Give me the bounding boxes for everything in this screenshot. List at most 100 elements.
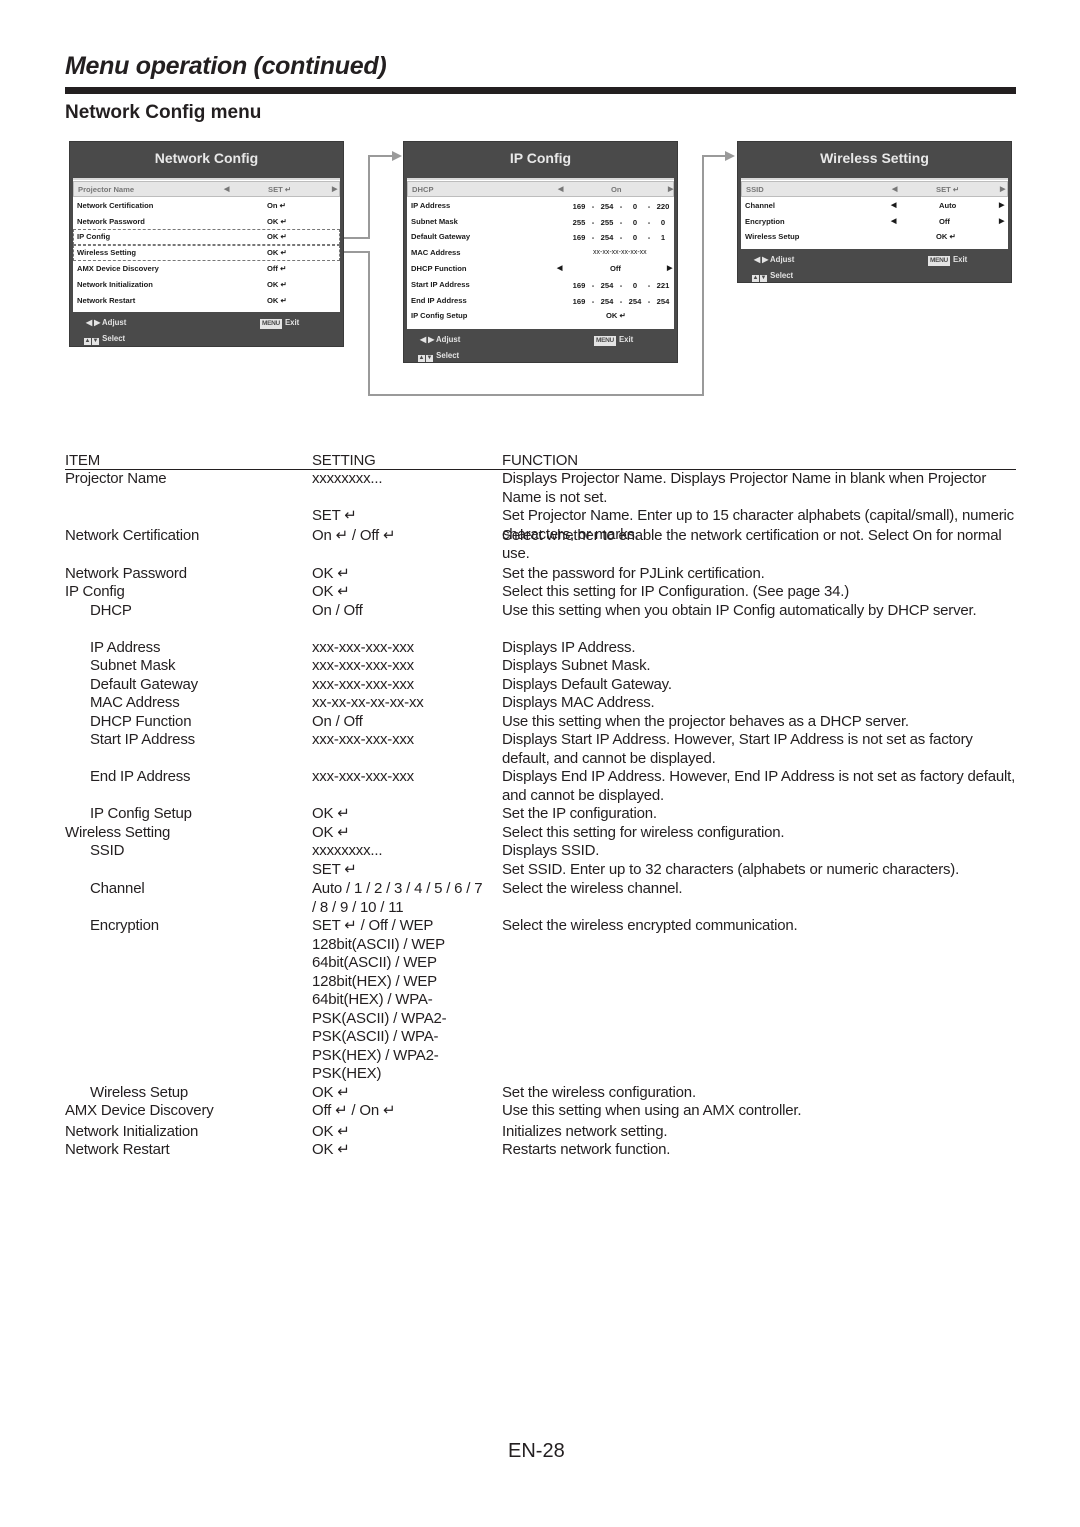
settings-table: ITEM SETTING FUNCTION Projector Name xxxx… <box>65 452 1016 1160</box>
octet: 0 <box>660 217 666 227</box>
right-arrow-icon[interactable]: ▶ <box>668 182 673 198</box>
function-cell: Set SSID. Enter up to 32 characters (alp… <box>502 860 960 878</box>
menu-item[interactable]: Network Certification On ↵ <box>73 198 340 214</box>
menu-item-value: On ↵ <box>267 200 287 210</box>
menu-item[interactable]: Projector Name SET ↵ ◀ ▶ <box>73 181 340 197</box>
right-arrow-icon[interactable]: ▶ <box>332 182 337 198</box>
arrow-right-icon <box>725 151 735 161</box>
left-arrow-icon[interactable]: ◀ <box>892 182 897 198</box>
octet: 254 <box>600 296 614 306</box>
menu-item-value: Off <box>610 263 621 273</box>
menu-item-value: Auto <box>939 200 957 210</box>
item-cell: AMX Device Discovery <box>65 1102 214 1119</box>
item-cell: SSID <box>90 842 125 859</box>
item-cell: Channel <box>90 880 145 897</box>
left-arrow-icon[interactable]: ◀ <box>891 214 896 230</box>
setting-cell: On ↵ / Off ↵ <box>312 526 396 544</box>
adjust-hint: ◀ ▶ Adjust <box>86 318 127 327</box>
menu-item[interactable]: AMX Device Discovery Off ↵ <box>73 261 340 277</box>
menu-item[interactable]: Network Initialization OK ↵ <box>73 277 340 293</box>
menu-item-label: AMX Device Discovery <box>77 263 159 273</box>
menu-item-label: IP Address <box>411 200 451 210</box>
setting-cell: OK ↵ <box>312 1083 350 1101</box>
menu-item[interactable]: Network Password OK ↵ <box>73 214 340 230</box>
left-arrow-icon[interactable]: ◀ <box>891 198 896 214</box>
connector-wireless <box>344 251 369 253</box>
menu-item-value: Off <box>939 216 950 226</box>
item-cell: Network Restart <box>65 1141 170 1158</box>
octet-separator: - <box>591 280 595 290</box>
table-row: Start IP Address xxx-xxx-xxx-xxx Displays … <box>65 731 1016 768</box>
left-arrow-icon[interactable]: ◀ <box>557 261 562 277</box>
item-cell: Wireless Setup <box>90 1083 189 1101</box>
menu-item[interactable]: Subnet Mask 255 - 255 - 0 - 0 <box>407 214 674 230</box>
menu-item[interactable]: Network Restart OK ↵ <box>73 293 340 309</box>
menu-item[interactable]: Wireless Setup OK ↵ <box>741 229 1008 245</box>
octet-separator: - <box>619 296 623 306</box>
ip-config-menu: IP Config DHCP On ◀ ▶ IP Address 169 - 254 - … <box>403 141 678 363</box>
menu-item[interactable]: Channel Auto ◀ ▶ <box>741 198 1008 214</box>
right-arrow-icon[interactable]: ▶ <box>1000 182 1005 198</box>
item-cell: IP Config Setup <box>90 805 192 822</box>
table-row: IP Address xxx-xxx-xxx-xxx Displays IP Add… <box>65 639 1016 658</box>
left-arrow-icon[interactable]: ◀ <box>558 182 563 198</box>
table-row: DHCP On / Off Use this setting when you ob… <box>65 602 1016 639</box>
menu-item[interactable]: End IP Address 169 - 254 - 254 - 254 <box>407 293 674 309</box>
menu-item[interactable]: IP Address 169 - 254 - 0 - 220 <box>407 198 674 214</box>
octet-separator: - <box>619 233 623 243</box>
menu-item[interactable]: DHCP On ◀ ▶ <box>407 181 674 197</box>
menu-item[interactable]: MAC Address xx-xx-xx-xx-xx-xx <box>407 245 674 261</box>
left-arrow-icon[interactable]: ◀ <box>224 182 229 198</box>
menu-footer: ◀ ▶ Adjust ▲ ▼ Select MENU Exit <box>738 249 1011 282</box>
menu-body: Projector Name SET ↵ ◀ ▶ Network Certificati… <box>73 174 340 312</box>
table-row: Network Password OK ↵ Set the password for… <box>65 565 1016 584</box>
table-row: Network Restart OK ↵ Restarts network func… <box>65 1141 1016 1160</box>
table-row: DHCP Function On / Off Use this setting wh… <box>65 713 1016 732</box>
menu-item[interactable]: SSID SET ↵ ◀ ▶ <box>741 181 1008 197</box>
connector-wireless <box>702 155 704 396</box>
right-arrow-icon[interactable]: ▶ <box>999 214 1004 230</box>
setting-cell: On / Off <box>312 601 363 619</box>
table-row: End IP Address xxx-xxx-xxx-xxx Displays En… <box>65 768 1016 805</box>
item-cell: Wireless Setting <box>65 823 171 841</box>
menu-item-label: MAC Address <box>411 248 461 258</box>
table-row: Network Initialization OK ↵ Initializes ne… <box>65 1123 1016 1142</box>
function-cell: Use this setting when the projector beha… <box>502 712 909 730</box>
menu-item-label: SSID <box>746 185 764 194</box>
ip-octets: 169 - 254 - 0 - 220 <box>570 199 672 215</box>
octet-separator: - <box>591 296 595 306</box>
setting-cell: On / Off <box>312 712 363 730</box>
menu-item[interactable]: Default Gateway 169 - 254 - 0 - 1 <box>407 229 674 245</box>
octet-separator: - <box>647 201 651 211</box>
title-rule <box>65 87 1016 94</box>
menu-item-value: OK ↵ <box>267 279 287 289</box>
up-icon: ▲ <box>752 275 759 282</box>
menu-item[interactable]: Encryption Off ◀ ▶ <box>741 214 1008 230</box>
table-row: Wireless Setting OK ↵ Select this setting … <box>65 824 1016 843</box>
function-cell: Initializes network setting. <box>502 1122 668 1140</box>
table-row: SSID xxxxxxxx... Displays SSID. <box>65 842 1016 861</box>
menu-item[interactable]: Wireless Setting OK ↵ <box>73 245 340 261</box>
down-icon: ▼ <box>760 275 767 282</box>
item-cell: IP Address <box>90 638 161 656</box>
menu-item-label: Default Gateway <box>411 232 471 242</box>
octet: 255 <box>572 217 586 227</box>
octet: 220 <box>656 201 670 211</box>
exit-hint[interactable]: MENU Exit <box>594 335 633 346</box>
menu-item[interactable]: IP Config Setup OK ↵ <box>407 308 674 324</box>
menu-item[interactable]: Start IP Address 169 - 254 - 0 - 221 <box>407 277 674 293</box>
menu-item[interactable]: IP Config OK ↵ <box>73 229 340 246</box>
table-body: Projector Name xxxxxxxx... Displays Projec… <box>65 470 1016 1160</box>
exit-hint[interactable]: MENU Exit <box>928 255 967 266</box>
page-title: Menu operation (continued) <box>65 52 387 80</box>
menu-item[interactable]: DHCP Function Off ◀ ▶ <box>407 261 674 277</box>
exit-hint[interactable]: MENU Exit <box>260 318 299 329</box>
right-arrow-icon[interactable]: ▶ <box>667 261 672 277</box>
octet-separator: - <box>647 280 651 290</box>
function-cell: Select whether to enable the network cer… <box>502 526 1002 563</box>
table-row: Projector Name xxxxxxxx... Displays Projec… <box>65 470 1016 507</box>
menu-item-value: OK ↵ <box>267 295 287 305</box>
header-function: FUNCTION <box>502 452 578 469</box>
right-arrow-icon[interactable]: ▶ <box>999 198 1004 214</box>
menu-item-label: Projector Name <box>78 185 135 194</box>
